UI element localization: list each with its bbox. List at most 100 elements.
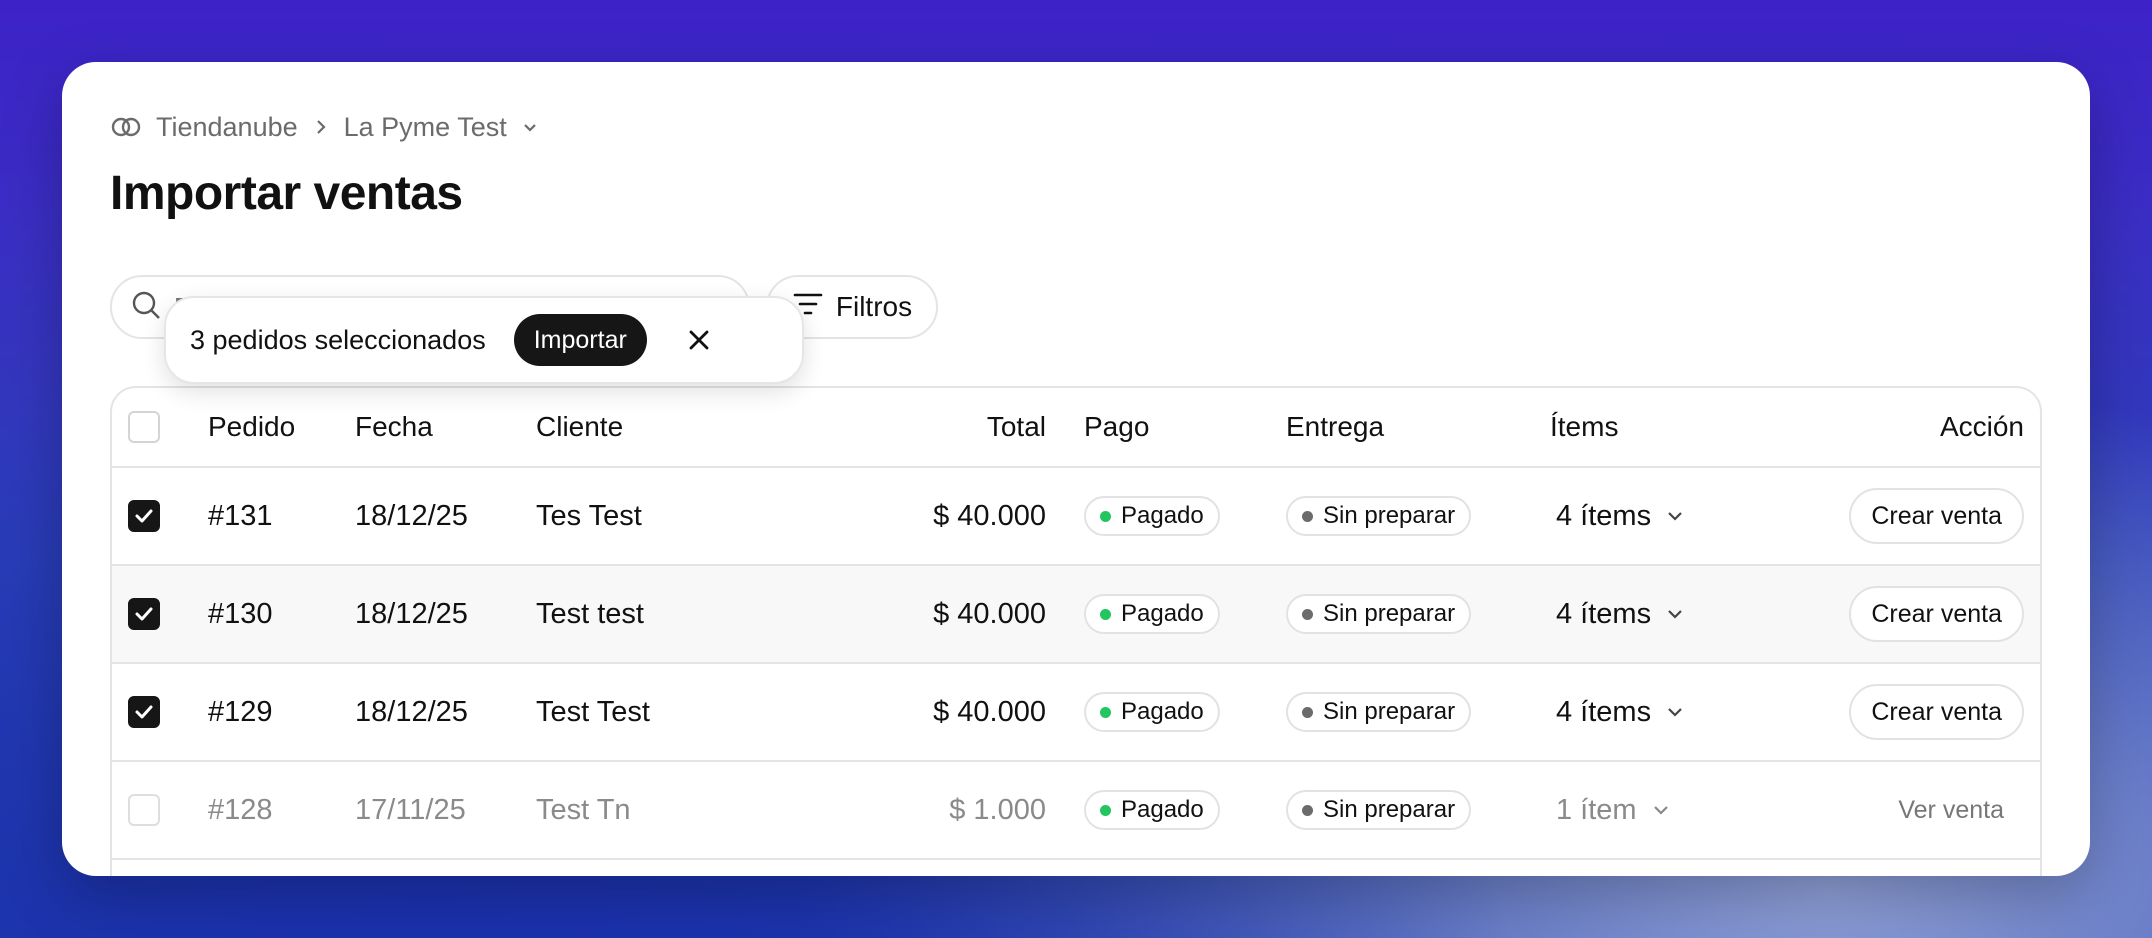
delivery-status-label: Sin preparar (1323, 796, 1456, 823)
items-cell: 4 ítems (1556, 566, 1685, 662)
table-row[interactable]: #130 18/12/25 Test test $ 40.000 Pagado … (112, 566, 2040, 664)
payment-status-label: Pagado (1121, 502, 1204, 529)
row-select-cell (128, 762, 160, 858)
order-date: 18/12/25 (355, 499, 468, 532)
header-pedido[interactable]: Pedido (208, 388, 295, 466)
orders-table: Pedido Fecha Cliente Total Pago Entrega … (110, 386, 2042, 876)
create-sale-button[interactable]: Crear venta (1849, 488, 2024, 544)
status-dot (1100, 706, 1111, 718)
action-cell: Crear venta (1849, 566, 2024, 662)
import-button[interactable]: Importar (513, 314, 647, 366)
header-fecha[interactable]: Fecha (355, 388, 433, 466)
table-row-partial (112, 860, 2040, 876)
order-customer: Test Test (536, 695, 650, 728)
selection-bar: 3 pedidos seleccionados Importar (164, 296, 804, 384)
items-count: 4 ítems (1556, 499, 1652, 532)
delivery-cell: Sin preparar (1286, 468, 1472, 564)
payment-cell: Pagado (1084, 762, 1220, 858)
chevron-down-icon (1653, 806, 1668, 815)
row-select-cell (128, 566, 160, 662)
order-total: $ 40.000 (933, 597, 1046, 630)
items-count: 1 ítem (1556, 793, 1637, 826)
order-total: $ 40.000 (933, 695, 1046, 728)
breadcrumb-brand[interactable]: Tiendanube (156, 112, 298, 143)
order-number[interactable]: #130 (208, 566, 273, 662)
page-title: Importar ventas (110, 167, 463, 220)
check-icon (135, 705, 153, 719)
order-number[interactable]: #131 (208, 468, 273, 564)
delivery-status-label: Sin preparar (1323, 698, 1456, 725)
status-dot (1100, 608, 1111, 620)
payment-status-label: Pagado (1121, 698, 1204, 725)
create-sale-button[interactable]: Crear venta (1849, 586, 2024, 642)
row-checkbox[interactable] (128, 696, 160, 728)
status-dot (1100, 510, 1111, 522)
row-checkbox[interactable] (128, 500, 160, 532)
order-number[interactable]: #128 (208, 762, 273, 858)
table-row[interactable]: #128 17/11/25 Test Tn $ 1.000 Pagado Sin… (112, 762, 2040, 860)
delivery-cell: Sin preparar (1286, 566, 1472, 662)
items-count: 4 ítems (1556, 695, 1652, 728)
table-row[interactable]: #129 18/12/25 Test Test $ 40.000 Pagado … (112, 664, 2040, 762)
tiendanube-cloud-icon (110, 115, 142, 139)
selection-count: 3 pedidos seleccionados (190, 324, 486, 355)
order-date: 17/11/25 (355, 793, 466, 826)
header-entrega: Entrega (1286, 411, 1385, 442)
status-dot (1302, 510, 1313, 522)
breadcrumb-store[interactable]: La Pyme Test (344, 112, 507, 143)
check-icon (135, 509, 153, 523)
order-date: 18/12/25 (355, 695, 468, 728)
items-toggle[interactable]: 4 ítems (1556, 500, 1685, 533)
search-icon (130, 289, 162, 326)
items-toggle[interactable]: 4 ítems (1556, 696, 1685, 729)
filters-label: Filtros (835, 291, 913, 322)
check-icon (135, 607, 153, 621)
items-cell: 4 ítems (1556, 468, 1685, 564)
row-select-cell (128, 468, 160, 564)
chevron-down-icon (1668, 708, 1682, 717)
order-date: 18/12/25 (355, 597, 468, 630)
chevron-down-icon[interactable] (521, 118, 539, 136)
payment-status-badge: Pagado (1084, 790, 1220, 830)
items-toggle[interactable]: 4 ítems (1556, 598, 1685, 631)
payment-status-badge: Pagado (1084, 496, 1220, 536)
status-dot (1302, 804, 1313, 816)
items-count: 4 ítems (1556, 597, 1652, 630)
select-all-checkbox[interactable] (128, 411, 160, 443)
payment-status-badge: Pagado (1084, 594, 1220, 634)
row-select-cell (128, 664, 160, 760)
status-dot (1302, 706, 1313, 718)
close-icon[interactable] (687, 328, 711, 352)
order-number[interactable]: #129 (208, 664, 273, 760)
payment-cell: Pagado (1084, 664, 1220, 760)
breadcrumb: Tiendanube La Pyme Test (110, 110, 539, 144)
items-cell: 4 ítems (1556, 664, 1685, 760)
payment-status-badge: Pagado (1084, 692, 1220, 732)
action-cell: Crear venta (1849, 468, 2024, 564)
table-row[interactable]: #131 18/12/25 Tes Test $ 40.000 Pagado S… (112, 468, 2040, 566)
header-cliente[interactable]: Cliente (536, 388, 623, 466)
table-header: Pedido Fecha Cliente Total Pago Entrega … (112, 388, 2040, 468)
create-sale-button[interactable]: Crear venta (1849, 684, 2024, 740)
items-cell: 1 ítem (1556, 762, 1671, 858)
payment-cell: Pagado (1084, 468, 1220, 564)
header-accion: Acción (1939, 411, 2024, 442)
order-total: $ 40.000 (933, 499, 1046, 532)
row-checkbox[interactable] (128, 598, 160, 630)
header-total[interactable]: Total (987, 388, 1046, 466)
action-cell: Crear venta (1849, 664, 2024, 760)
payment-status-label: Pagado (1121, 600, 1204, 627)
order-total: $ 1.000 (949, 793, 1046, 826)
status-dot (1100, 804, 1111, 816)
delivery-cell: Sin preparar (1286, 664, 1472, 760)
delivery-status-badge: Sin preparar (1286, 594, 1472, 634)
header-pago: Pago (1084, 411, 1150, 442)
items-toggle[interactable]: 1 ítem (1556, 794, 1671, 827)
status-dot (1302, 608, 1313, 620)
delivery-status-label: Sin preparar (1323, 600, 1456, 627)
view-sale-link[interactable]: Ver venta (1898, 796, 2004, 825)
row-checkbox[interactable] (128, 794, 160, 826)
delivery-status-badge: Sin preparar (1286, 790, 1472, 830)
delivery-status-badge: Sin preparar (1286, 692, 1472, 732)
order-customer: Test test (536, 597, 644, 630)
